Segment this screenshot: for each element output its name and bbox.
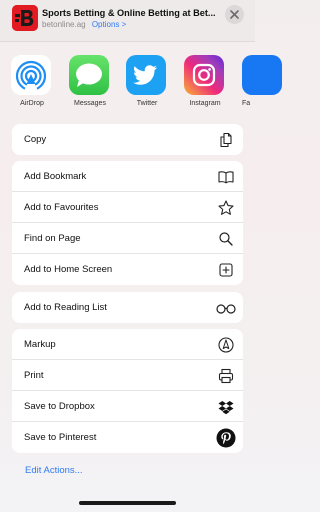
share-app-facebook[interactable]: Fa [242,55,284,107]
share-app-label: AirDrop [20,100,44,107]
action-group-page: Add Bookmark Add to Favourites Find on P… [12,161,243,285]
action-label: Print [24,370,44,381]
action-label: Add Bookmark [24,171,87,182]
printer-icon [217,367,235,385]
dropbox-icon [217,398,235,416]
action-label: Add to Home Screen [24,264,113,275]
close-button[interactable] [225,5,244,24]
share-app-label: Fa [242,100,251,107]
page-subtitle: betonline.ag Options > [42,20,126,29]
airdrop-icon [11,55,51,95]
pinterest-icon [216,428,236,448]
action-copy[interactable]: Copy [12,124,243,155]
copy-icon [217,131,235,149]
action-find-on-page[interactable]: Find on Page [12,223,243,254]
options-link[interactable]: Options > [92,20,126,29]
plus-square-icon [217,261,235,279]
action-label: Copy [24,134,47,145]
action-add-to-reading-list[interactable]: Add to Reading List [12,292,243,323]
page-domain: betonline.ag [42,20,86,29]
action-add-to-home-screen[interactable]: Add to Home Screen [12,254,243,285]
book-icon [217,168,235,186]
action-group-reading-list: Add to Reading List [12,292,243,323]
page-title: Sports Betting & Online Betting at Bet..… [42,8,216,18]
twitter-icon [126,55,166,95]
share-app-label: Twitter [136,100,158,107]
share-app-label: Instagram [189,100,221,107]
share-apps-row[interactable]: AirDrop Messages Twitter Instagram Fa [0,55,282,110]
action-label: Add to Reading List [24,302,107,313]
share-app-airdrop[interactable]: AirDrop [11,55,53,107]
action-label: Add to Favourites [24,202,99,213]
edit-actions-link[interactable]: Edit Actions... [25,465,83,476]
action-group-copy: Copy [12,124,243,155]
share-app-label: Messages [74,100,106,107]
action-label: Find on Page [24,233,81,244]
action-label: Save to Dropbox [24,401,95,412]
glasses-icon [215,299,237,317]
instagram-icon [184,55,224,95]
close-icon [230,10,239,19]
home-indicator[interactable] [79,501,176,505]
action-save-to-dropbox[interactable]: Save to Dropbox [12,391,243,422]
star-icon [217,199,235,217]
share-app-twitter[interactable]: Twitter [126,55,168,107]
messages-icon [69,55,109,95]
share-app-messages[interactable]: Messages [69,55,111,107]
action-group-extensions: Markup Print Save to Dropbox Save to Pin… [12,329,243,453]
site-logo-icon [12,5,38,31]
share-sheet-header: Sports Betting & Online Betting at Bet..… [0,0,255,42]
action-save-to-pinterest[interactable]: Save to Pinterest [12,422,243,453]
search-icon [217,230,235,248]
action-add-to-favourites[interactable]: Add to Favourites [12,192,243,223]
action-markup[interactable]: Markup [12,329,243,360]
action-label: Save to Pinterest [24,432,97,443]
action-label: Markup [24,339,56,350]
markup-icon [217,336,235,354]
facebook-icon [242,55,282,95]
action-print[interactable]: Print [12,360,243,391]
share-app-instagram[interactable]: Instagram [184,55,226,107]
action-add-bookmark[interactable]: Add Bookmark [12,161,243,192]
